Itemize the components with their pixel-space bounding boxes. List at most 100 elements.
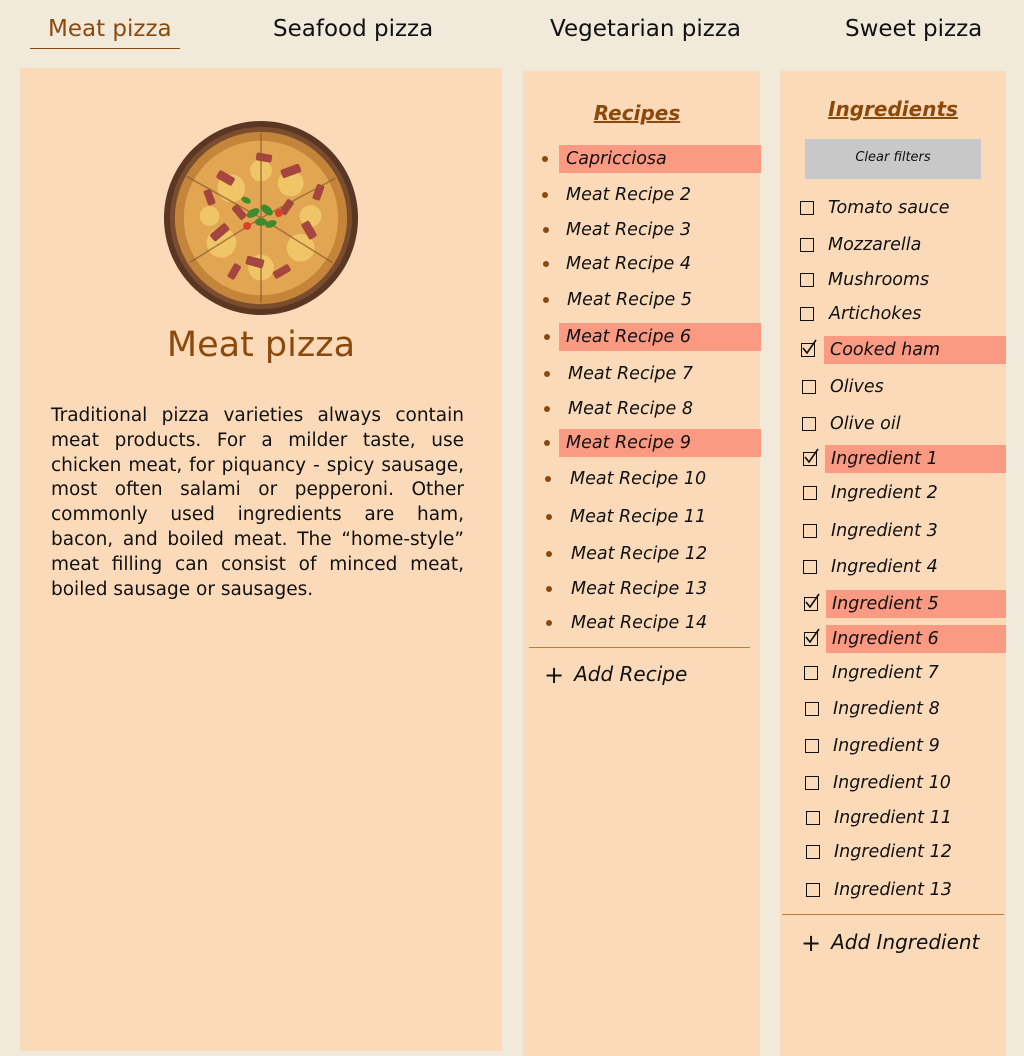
ingredient-item[interactable]: Ingredient 12 [780, 838, 1006, 866]
checkbox[interactable] [804, 666, 818, 680]
recipe-item[interactable]: Meat Recipe 4 [523, 250, 760, 278]
ingredient-item[interactable]: Ingredient 5 [780, 590, 1006, 618]
ingredient-item[interactable]: Mushrooms [780, 266, 1006, 294]
checkbox[interactable] [803, 560, 817, 574]
checkbox[interactable] [800, 307, 814, 321]
bullet-icon [546, 586, 552, 592]
checkbox[interactable] [805, 702, 819, 716]
checkbox[interactable] [803, 486, 817, 500]
ingredient-item[interactable]: Ingredient 4 [780, 553, 1006, 581]
ingredient-item[interactable]: Olive oil [780, 410, 1006, 438]
bullet-icon [543, 227, 549, 233]
ingredient-label: Ingredient 4 [831, 557, 938, 577]
recipe-label: Meat Recipe 3 [566, 220, 691, 240]
bullet-icon [545, 476, 551, 482]
add-recipe-button[interactable]: + Add Recipe [544, 661, 687, 689]
ingredient-item[interactable]: Ingredient 13 [780, 876, 1006, 904]
recipe-label: Meat Recipe 4 [566, 254, 691, 274]
ingredient-label: Olives [830, 377, 884, 397]
add-ingredient-label: Add Ingredient [831, 930, 980, 954]
recipe-label: Meat Recipe 9 [559, 429, 761, 457]
ingredient-item[interactable]: Ingredient 2 [780, 479, 1006, 507]
recipe-label: Meat Recipe 7 [568, 364, 693, 384]
recipes-divider [529, 647, 750, 648]
ingredient-label: Cooked ham [824, 336, 1006, 364]
recipe-item[interactable]: Capricciosa [523, 145, 761, 173]
recipe-label: Meat Recipe 11 [570, 507, 707, 527]
ingredient-label: Ingredient 13 [834, 880, 952, 900]
add-ingredient-button[interactable]: + Add Ingredient [801, 929, 979, 957]
checkbox-checked[interactable] [801, 339, 817, 357]
checkbox[interactable] [802, 380, 816, 394]
ingredient-item[interactable]: Ingredient 9 [780, 732, 1006, 760]
ingredient-item[interactable]: Ingredient 8 [780, 695, 1006, 723]
clear-filters-button[interactable]: Clear filters [805, 139, 981, 179]
bullet-icon [543, 261, 549, 267]
recipe-item[interactable]: Meat Recipe 5 [523, 286, 760, 314]
checkbox[interactable] [803, 524, 817, 538]
ingredient-label: Ingredient 8 [833, 699, 940, 719]
checkbox[interactable] [805, 776, 819, 790]
ingredient-item[interactable]: Ingredient 10 [780, 769, 1006, 797]
recipe-label: Meat Recipe 8 [568, 399, 693, 419]
ingredient-label: Ingredient 9 [833, 736, 940, 756]
recipe-item[interactable]: Meat Recipe 6 [523, 323, 761, 351]
ingredients-divider [782, 914, 1004, 915]
recipe-label: Meat Recipe 14 [571, 613, 708, 633]
ingredient-item[interactable]: Ingredient 3 [780, 517, 1006, 545]
ingredient-label: Olive oil [830, 414, 901, 434]
ingredient-item[interactable]: Olives [780, 373, 1006, 401]
checkbox-checked[interactable] [803, 448, 819, 466]
ingredient-label: Ingredient 1 [825, 445, 1006, 473]
tab-meat-pizza[interactable]: Meat pizza [48, 14, 172, 44]
recipe-item[interactable]: Meat Recipe 9 [523, 429, 761, 457]
checkbox[interactable] [806, 811, 820, 825]
ingredient-label: Ingredient 11 [834, 808, 952, 828]
checkbox[interactable] [805, 739, 819, 753]
recipe-label: Meat Recipe 10 [570, 469, 707, 489]
ingredient-item[interactable]: Mozzarella [780, 231, 1006, 259]
ingredient-label: Artichokes [829, 304, 922, 324]
recipe-item[interactable]: Meat Recipe 14 [523, 609, 760, 637]
checkbox-checked[interactable] [804, 593, 820, 611]
pizza-description: Traditional pizza varieties always conta… [51, 405, 464, 600]
checkbox[interactable] [800, 273, 814, 287]
bullet-icon [542, 192, 548, 198]
ingredient-item[interactable]: Ingredient 11 [780, 804, 1006, 832]
checkbox[interactable] [806, 883, 820, 897]
recipe-label: Meat Recipe 6 [559, 323, 761, 351]
ingredient-label: Mushrooms [828, 270, 930, 290]
recipe-item[interactable]: Meat Recipe 8 [523, 395, 760, 423]
recipe-item[interactable]: Meat Recipe 3 [523, 216, 760, 244]
tab-seafood-pizza[interactable]: Seafood pizza [273, 14, 433, 44]
recipe-item[interactable]: Meat Recipe 13 [523, 575, 760, 603]
ingredient-item[interactable]: Ingredient 1 [780, 445, 1006, 473]
ingredient-item[interactable]: Ingredient 7 [780, 659, 1006, 687]
checkbox[interactable] [802, 417, 816, 431]
ingredient-item[interactable]: Ingredient 6 [780, 625, 1006, 653]
ingredient-item[interactable]: Cooked ham [780, 336, 1006, 364]
checkbox[interactable] [800, 201, 814, 215]
bullet-icon [542, 156, 548, 162]
active-tab-underline [30, 48, 180, 49]
checkbox-checked[interactable] [804, 628, 820, 646]
recipe-item[interactable]: Meat Recipe 2 [523, 181, 760, 209]
ingredient-item[interactable]: Artichokes [780, 300, 1006, 328]
ingredient-label: Tomato sauce [828, 198, 950, 218]
recipe-label: Meat Recipe 5 [567, 290, 692, 310]
recipe-item[interactable]: Meat Recipe 11 [523, 503, 760, 531]
tab-sweet-pizza[interactable]: Sweet pizza [845, 14, 982, 44]
bullet-icon [544, 371, 550, 377]
checkbox[interactable] [800, 238, 814, 252]
add-recipe-label: Add Recipe [574, 662, 688, 686]
tab-vegetarian-pizza[interactable]: Vegetarian pizza [550, 14, 741, 44]
plus-icon: + [801, 929, 822, 957]
ingredient-label: Ingredient 7 [832, 663, 939, 683]
checkbox[interactable] [806, 845, 820, 859]
recipe-item[interactable]: Meat Recipe 10 [523, 465, 760, 493]
recipe-item[interactable]: Meat Recipe 7 [523, 360, 760, 388]
ingredient-item[interactable]: Tomato sauce [780, 194, 1006, 222]
ingredient-label: Ingredient 3 [831, 521, 938, 541]
ingredient-label: Ingredient 6 [826, 625, 1006, 653]
recipe-item[interactable]: Meat Recipe 12 [523, 540, 760, 568]
